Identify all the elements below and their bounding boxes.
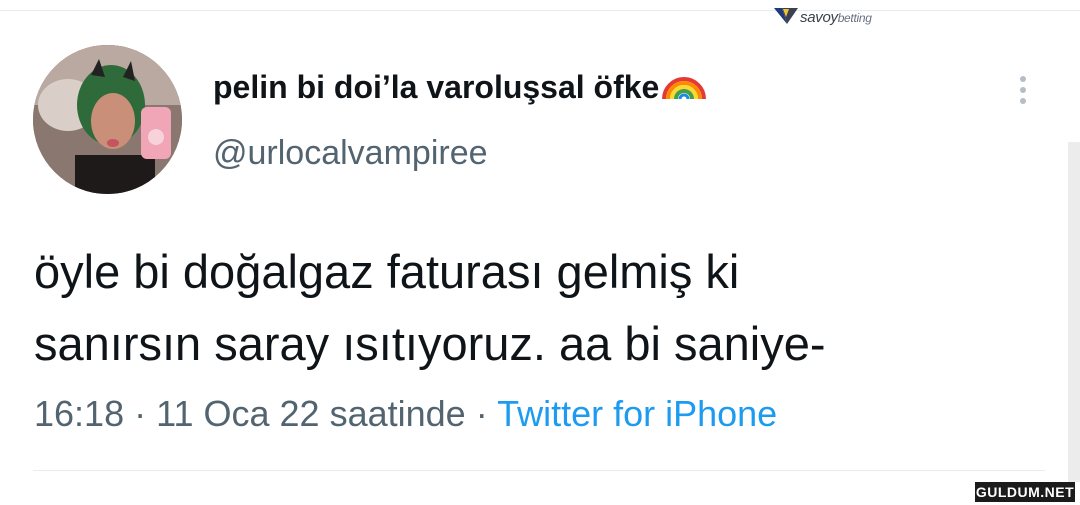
tweet-date[interactable]: 11 Oca 22 saatinde — [156, 393, 466, 434]
tweet-text-line: öyle bi doğalgaz faturası gelmiş ki — [34, 245, 740, 298]
display-name-text: pelin bi doi’la varoluşsal öfke — [213, 69, 660, 105]
meta-separator: · — [475, 393, 488, 434]
edge-strip — [1068, 142, 1080, 482]
site-watermark: GULDUM.NET — [975, 482, 1075, 502]
avatar-photo-icon — [33, 45, 182, 194]
tweet-time[interactable]: 16:18 — [34, 393, 124, 434]
more-dot — [1020, 87, 1026, 93]
bottom-divider — [33, 470, 1045, 471]
top-divider — [0, 10, 1080, 11]
avatar[interactable] — [33, 45, 182, 194]
watermark-brand: savoybetting — [800, 8, 872, 26]
display-name[interactable]: pelin bi doi’la varoluşsal öfke — [213, 68, 707, 106]
tweet-text-line: sanırsın saray ısıtıyoruz. aa bi saniye- — [34, 317, 826, 370]
more-options-icon[interactable] — [1010, 70, 1036, 110]
tweet-text: öyle bi doğalgaz faturası gelmiş ki sanı… — [34, 236, 1044, 380]
savoy-logo-icon — [774, 8, 798, 24]
tweet-source-link[interactable]: Twitter for iPhone — [497, 393, 777, 434]
more-dot — [1020, 98, 1026, 104]
user-handle[interactable]: @urlocalvampiree — [213, 134, 488, 173]
meta-separator: · — [134, 393, 147, 434]
savoybetting-watermark: savoybetting — [774, 4, 872, 30]
rainbow-icon — [662, 77, 707, 100]
more-dot — [1020, 76, 1026, 82]
tweet-metadata: 16:18 · 11 Oca 22 saatinde · Twitter for… — [34, 393, 777, 435]
